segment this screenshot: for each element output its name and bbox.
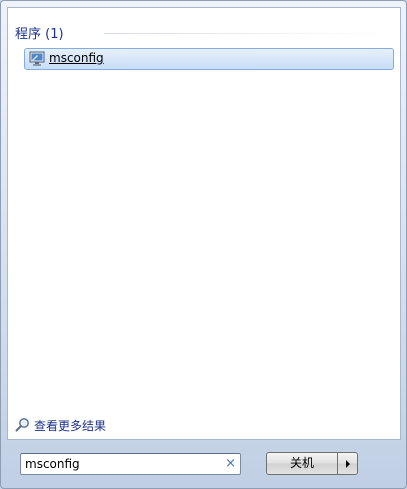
search-results-pane: 程序 (1) msconfig <box>7 7 401 440</box>
see-more-label: 查看更多结果 <box>34 419 107 433</box>
result-item-label: msconfig <box>49 51 104 65</box>
section-divider <box>104 33 393 34</box>
clear-icon[interactable]: × <box>225 455 236 473</box>
magnifier-icon <box>15 418 29 432</box>
result-item-msconfig[interactable]: msconfig <box>24 48 394 70</box>
arrow-right-icon <box>346 460 350 468</box>
search-box: × <box>20 453 241 475</box>
shutdown-options-button[interactable] <box>337 452 358 475</box>
shutdown-button[interactable]: 关机 <box>266 452 337 475</box>
start-menu: 程序 (1) msconfig 查看更多结果 × 关机 <box>0 0 407 489</box>
section-header-programs: 程序 (1) <box>15 27 64 42</box>
system-configuration-icon <box>29 51 45 66</box>
shutdown-group: 关机 <box>266 452 358 475</box>
search-input[interactable] <box>25 456 215 472</box>
